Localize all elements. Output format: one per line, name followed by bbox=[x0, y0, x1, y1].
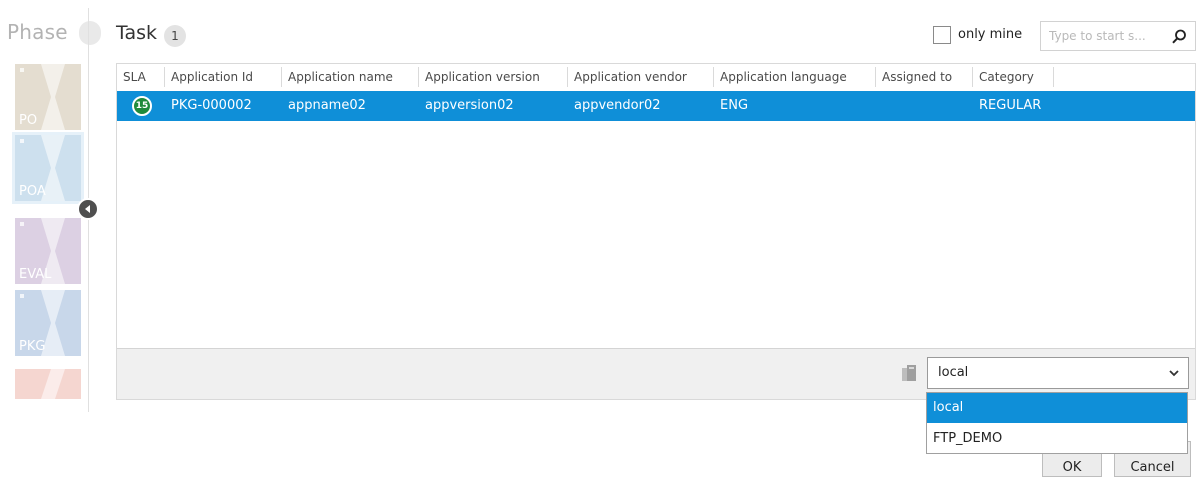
phase-tile-eval[interactable]: EVAL bbox=[15, 218, 81, 284]
search-icon[interactable] bbox=[1170, 28, 1188, 46]
phase-tile-label: PO bbox=[19, 113, 38, 128]
category-cell: REGULAR bbox=[979, 98, 1042, 113]
column-header-application-vendor[interactable]: Application vendor bbox=[568, 64, 713, 91]
application-id-cell: PKG-000002 bbox=[171, 98, 252, 113]
sla-badge: 15 bbox=[132, 96, 152, 116]
chevron-down-icon bbox=[1169, 370, 1179, 377]
grid-header: SLA Application Id Application name Appl… bbox=[117, 64, 1195, 92]
assigned-to-cell bbox=[876, 91, 972, 121]
phase-tile-poa[interactable]: POA bbox=[12, 132, 84, 204]
collapse-panel-button[interactable] bbox=[77, 198, 99, 220]
phase-count-badge bbox=[79, 21, 101, 45]
application-vendor-cell: appvendor02 bbox=[574, 98, 661, 113]
column-header-assigned-to[interactable]: Assigned to bbox=[876, 64, 972, 91]
only-mine-label: only mine bbox=[958, 27, 1023, 42]
task-count-badge: 1 bbox=[164, 25, 186, 47]
column-header-application-name[interactable]: Application name bbox=[282, 64, 418, 91]
task-grid: SLA Application Id Application name Appl… bbox=[116, 63, 1196, 400]
application-language-cell: ENG bbox=[720, 98, 749, 113]
phase-tile-pkg[interactable]: PKG bbox=[15, 290, 81, 356]
application-name-cell: appname02 bbox=[288, 98, 366, 113]
storage-dropdown-list: local FTP_DEMO bbox=[926, 392, 1188, 454]
search-box bbox=[1040, 21, 1196, 51]
phase-tile-po[interactable]: PO bbox=[15, 64, 81, 130]
task-title: Task bbox=[116, 22, 158, 44]
phase-title: Phase bbox=[7, 20, 68, 44]
chevron-arrow-icon bbox=[41, 369, 65, 399]
storage-option-local[interactable]: local bbox=[927, 393, 1187, 423]
phase-tile-label: PKG bbox=[19, 339, 46, 354]
only-mine-checkbox[interactable] bbox=[933, 26, 951, 44]
column-divider bbox=[1053, 67, 1054, 87]
storage-option-ftp-demo[interactable]: FTP_DEMO bbox=[927, 424, 1187, 454]
phase-tile-label: POA bbox=[19, 184, 46, 199]
phase-tile-label: EVAL bbox=[19, 267, 52, 282]
column-header-sla[interactable]: SLA bbox=[117, 64, 164, 91]
column-header-application-version[interactable]: Application version bbox=[419, 64, 567, 91]
column-header-category[interactable]: Category bbox=[973, 64, 1053, 91]
application-version-cell: appversion02 bbox=[425, 98, 514, 113]
storage-icon bbox=[902, 365, 916, 381]
sla-cell: 15 bbox=[117, 91, 164, 121]
search-input[interactable] bbox=[1049, 27, 1167, 45]
column-header-application-language[interactable]: Application language bbox=[714, 64, 875, 91]
column-header-application-id[interactable]: Application Id bbox=[165, 64, 281, 91]
storage-select-value: local bbox=[938, 365, 969, 380]
phase-tile-next[interactable] bbox=[15, 369, 81, 399]
table-row[interactable]: 15 PKG-000002 appname02 appversion02 app… bbox=[117, 91, 1195, 121]
storage-select[interactable]: local bbox=[927, 357, 1189, 389]
